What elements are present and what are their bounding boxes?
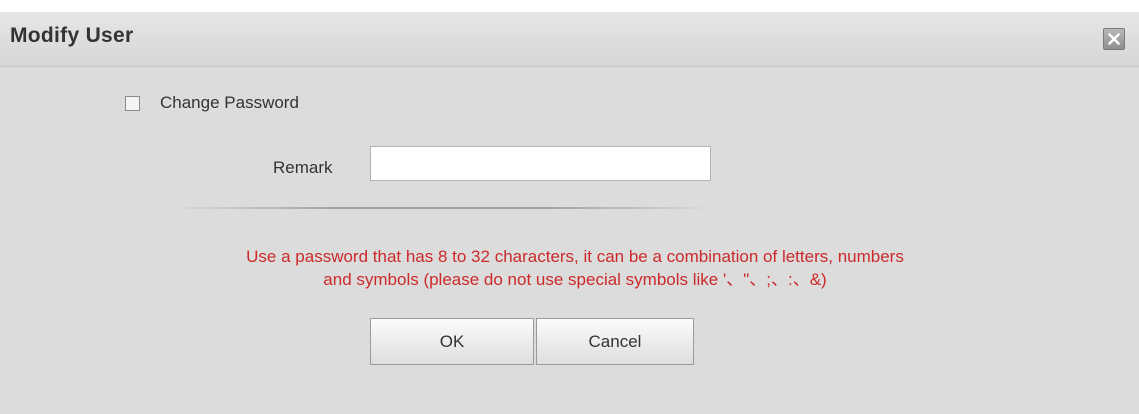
dialog-title-bar: Modify User	[0, 12, 1139, 67]
divider	[170, 207, 715, 209]
remark-label: Remark	[273, 158, 333, 177]
dialog-title: Modify User	[10, 24, 134, 47]
cancel-button[interactable]: Cancel	[536, 318, 694, 365]
remark-input[interactable]	[370, 146, 711, 181]
modify-user-dialog: Modify User Change Password Remark Use a…	[0, 12, 1139, 414]
change-password-checkbox[interactable]	[125, 95, 140, 111]
password-warning: Use a password that has 8 to 32 characte…	[130, 245, 1020, 291]
password-warning-line-1: Use a password that has 8 to 32 characte…	[246, 247, 904, 266]
password-warning-line-2: and symbols (please do not use special s…	[323, 270, 827, 289]
dialog-content: Change Password Remark Use a password th…	[0, 67, 1139, 414]
close-button[interactable]	[1103, 28, 1125, 50]
change-password-row: Change Password	[125, 93, 299, 113]
top-cropped-text-strip	[0, 0, 1139, 12]
close-icon	[1108, 33, 1120, 45]
ok-button[interactable]: OK	[370, 318, 534, 365]
change-password-label[interactable]: Change Password	[160, 93, 299, 113]
